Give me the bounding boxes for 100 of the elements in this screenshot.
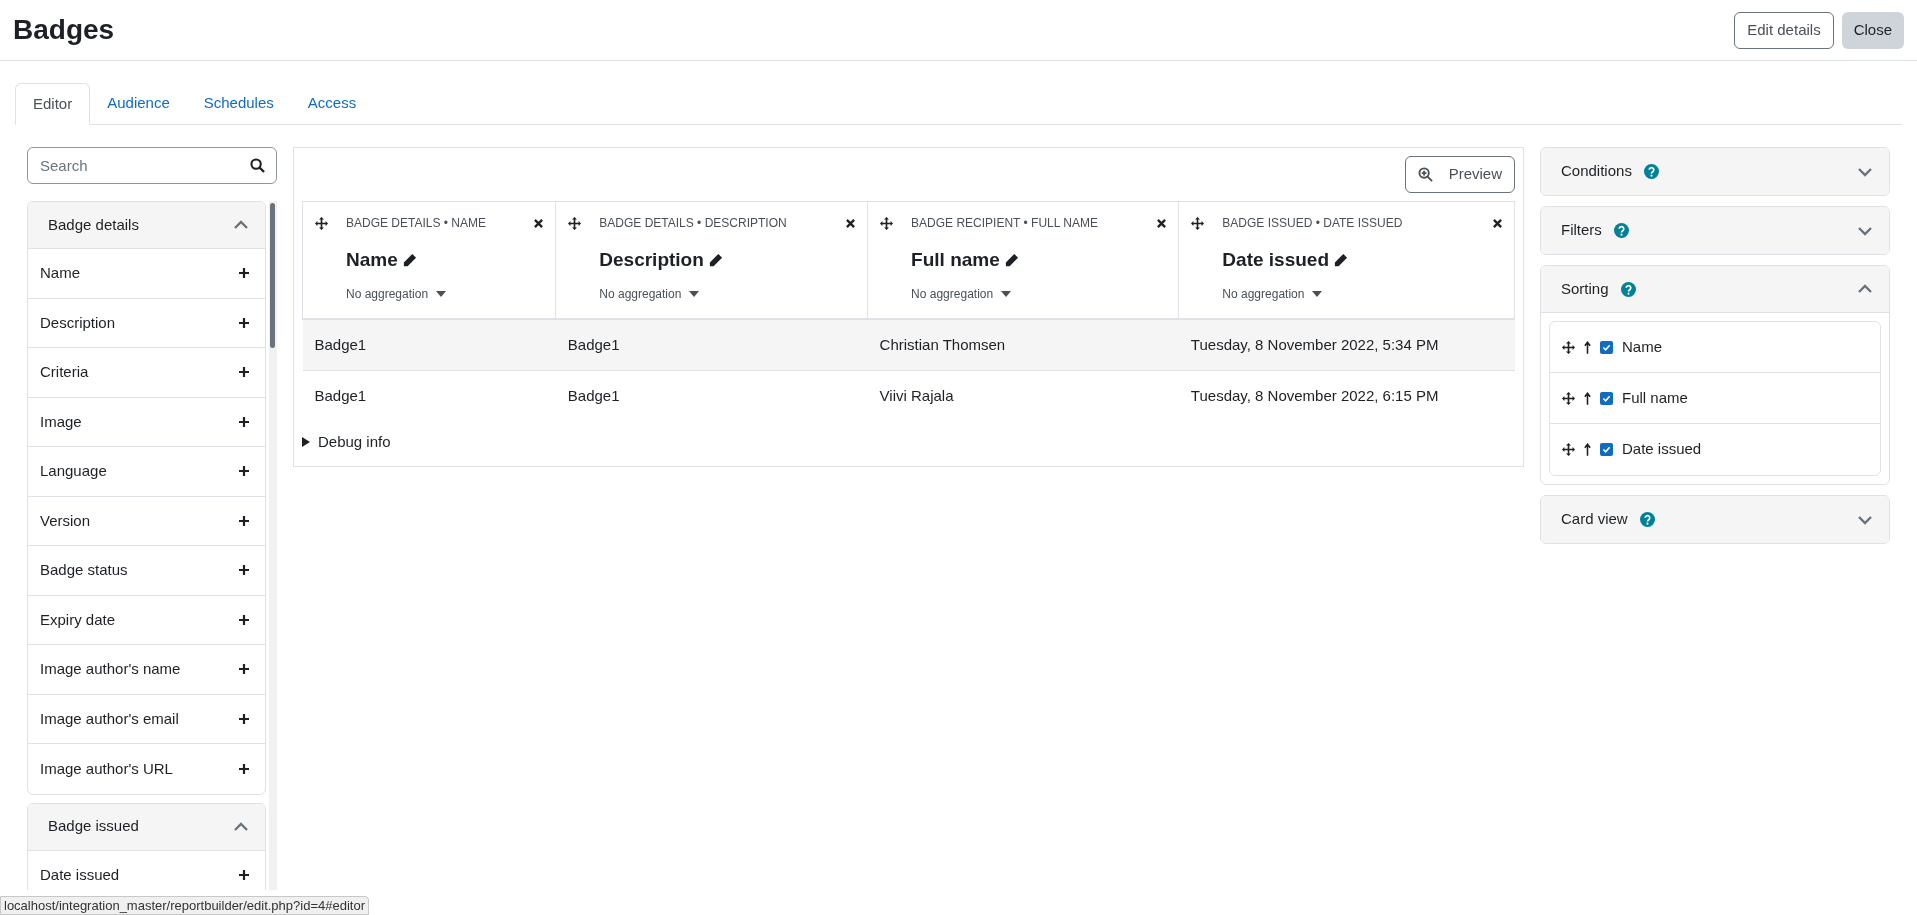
field-list-item[interactable]: Image author's URL [28,744,265,794]
arrow-up-icon[interactable] [1584,340,1591,354]
checkbox[interactable] [1600,340,1613,354]
scrollbar-thumb[interactable] [270,203,275,348]
plus-icon[interactable] [239,268,249,279]
plus-icon[interactable] [239,713,249,724]
field-list-item[interactable]: Badge status [28,546,265,596]
help-icon[interactable] [1620,281,1636,297]
field-list-item[interactable]: Image author's email [28,694,265,744]
card-header[interactable]: Filters [1541,207,1889,254]
checkbox[interactable] [1600,391,1613,405]
help-icon[interactable] [1643,164,1659,179]
plus-icon[interactable] [239,565,249,576]
close-icon[interactable] [534,218,544,228]
table-cell: Badge1 [302,370,556,421]
field-name: Image author's name [40,659,181,679]
move-icon[interactable] [1191,216,1205,230]
field-list-item[interactable]: Date issued [28,850,265,890]
plus-icon[interactable] [239,317,249,328]
field-name: Date issued [40,865,120,885]
section-header[interactable]: Badge details [28,202,265,249]
field-list-item[interactable]: Image [28,397,265,447]
debug-info-toggle[interactable]: Debug info [302,431,391,454]
card-header[interactable]: Conditions [1541,148,1889,195]
aggregation-dropdown[interactable]: No aggregation [911,284,1012,303]
arrow-up-icon[interactable] [1584,391,1591,405]
tab[interactable]: Access [290,83,374,124]
close-icon[interactable] [846,218,856,228]
close-icon[interactable] [1157,218,1167,228]
table-cell: Viivi Rajala [867,370,1179,421]
plus-icon[interactable] [239,515,249,526]
table-cell: Tuesday, 8 November 2022, 6:15 PM [1178,370,1515,421]
field-list-item[interactable]: Version [28,496,265,546]
tab[interactable]: Editor [15,83,91,125]
field-list-item[interactable]: Image author's name [28,645,265,695]
card-header[interactable]: Card view [1541,496,1889,543]
plus-icon[interactable] [239,870,249,881]
field-list-item[interactable]: Criteria [28,348,265,398]
card-header[interactable]: Sorting [1541,266,1889,313]
move-icon[interactable] [1562,340,1575,354]
aggregation-dropdown[interactable]: No aggregation [599,284,700,303]
plus-icon[interactable] [239,416,249,427]
edit-details-button[interactable]: Edit details [1734,11,1834,49]
move-icon[interactable] [1562,391,1575,405]
column-title[interactable]: Description [599,246,704,275]
aggregation-dropdown[interactable]: No aggregation [346,284,447,303]
column-title[interactable]: Name [346,246,398,275]
section-header[interactable]: Badge issued [28,803,265,851]
table-cell: Christian Thomsen [867,319,1179,370]
plus-icon[interactable] [239,763,249,774]
table-cell: Badge1 [555,370,868,421]
move-icon[interactable] [1562,443,1575,456]
field-list-item[interactable]: Name [28,249,265,299]
search-icon[interactable] [250,158,265,173]
caret-down-icon [1312,290,1323,297]
table-cell: Badge1 [555,319,868,370]
column-title[interactable]: Date issued [1222,246,1329,275]
caret-down-icon [1001,290,1012,297]
column-source: BADGE DETAILS • DESCRIPTION [599,215,788,232]
pencil-icon[interactable] [401,252,417,268]
checkbox[interactable] [1600,443,1613,456]
search-field[interactable]: Search [27,147,277,184]
sort-field-label: Name [1622,336,1662,357]
status-bar-url: localhost/integration_master/reportbuilder/edit.php?id=4#editor [0,896,369,915]
triangle-icon [302,437,310,448]
caret-down-icon [689,290,700,297]
sort-field-label: Date issued [1622,439,1702,460]
pencil-icon[interactable] [707,252,723,268]
close-button[interactable]: Close [1841,11,1904,49]
table-cell: Badge1 [302,319,556,370]
page-title: Badges [13,13,115,47]
tab[interactable]: Audience [90,83,187,124]
table-cell: Tuesday, 8 November 2022, 5:34 PM [1178,319,1515,370]
column-title[interactable]: Full name [911,246,1000,275]
field-list-item[interactable]: Expiry date [28,595,265,645]
pencil-icon[interactable] [1333,252,1348,268]
field-name: Name [40,263,80,283]
plus-icon[interactable] [239,664,249,675]
field-list-item[interactable]: Description [28,298,265,348]
field-name: Image author's URL [40,758,173,779]
arrow-up-icon[interactable] [1584,443,1591,456]
field-name: Expiry date [40,609,116,630]
plus-icon[interactable] [239,367,249,378]
plus-icon[interactable] [239,466,249,477]
field-name: Language [40,461,107,481]
help-icon[interactable] [1639,512,1655,527]
field-name: Criteria [40,362,89,382]
field-name: Version [40,510,91,531]
pencil-icon[interactable] [1003,252,1019,268]
help-icon[interactable] [1613,223,1629,238]
move-icon[interactable] [568,216,582,230]
field-list-item[interactable]: Language [28,447,265,497]
move-icon[interactable] [315,216,328,230]
close-icon[interactable] [1493,218,1502,228]
aggregation-dropdown[interactable]: No aggregation [1222,284,1323,303]
move-icon[interactable] [880,216,894,230]
tab[interactable]: Schedules [186,83,291,124]
preview-button[interactable]: Preview [1404,156,1515,193]
caret-down-icon [436,290,447,297]
plus-icon[interactable] [239,614,249,625]
